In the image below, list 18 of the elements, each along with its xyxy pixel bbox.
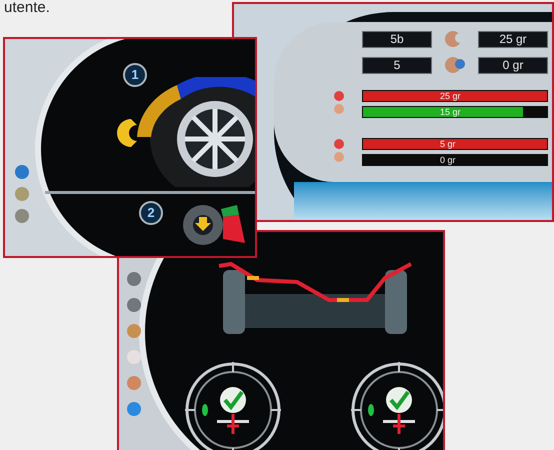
weight-display: 0 gr — [478, 56, 548, 74]
bar-label: 0 gr — [440, 154, 456, 166]
weight-icon — [444, 56, 466, 74]
caption-text: utente. — [4, 0, 50, 16]
bar-label: 5 gr — [440, 138, 456, 150]
value-display: 5b — [362, 30, 432, 48]
bar-label: 25 gr — [440, 90, 461, 102]
menu-icon[interactable] — [127, 272, 141, 286]
menu-icon[interactable] — [15, 165, 29, 179]
weight-display: 25 gr — [478, 30, 548, 48]
menu-icon[interactable] — [127, 402, 141, 416]
menu-icon[interactable] — [127, 298, 141, 312]
menu-icon[interactable] — [127, 324, 141, 338]
bar-label: 15 gr — [440, 106, 461, 118]
menu-icon[interactable] — [15, 187, 29, 201]
menu-icon[interactable] — [15, 209, 29, 223]
menu-icon[interactable] — [127, 376, 141, 390]
value-display: 5 — [362, 56, 432, 74]
